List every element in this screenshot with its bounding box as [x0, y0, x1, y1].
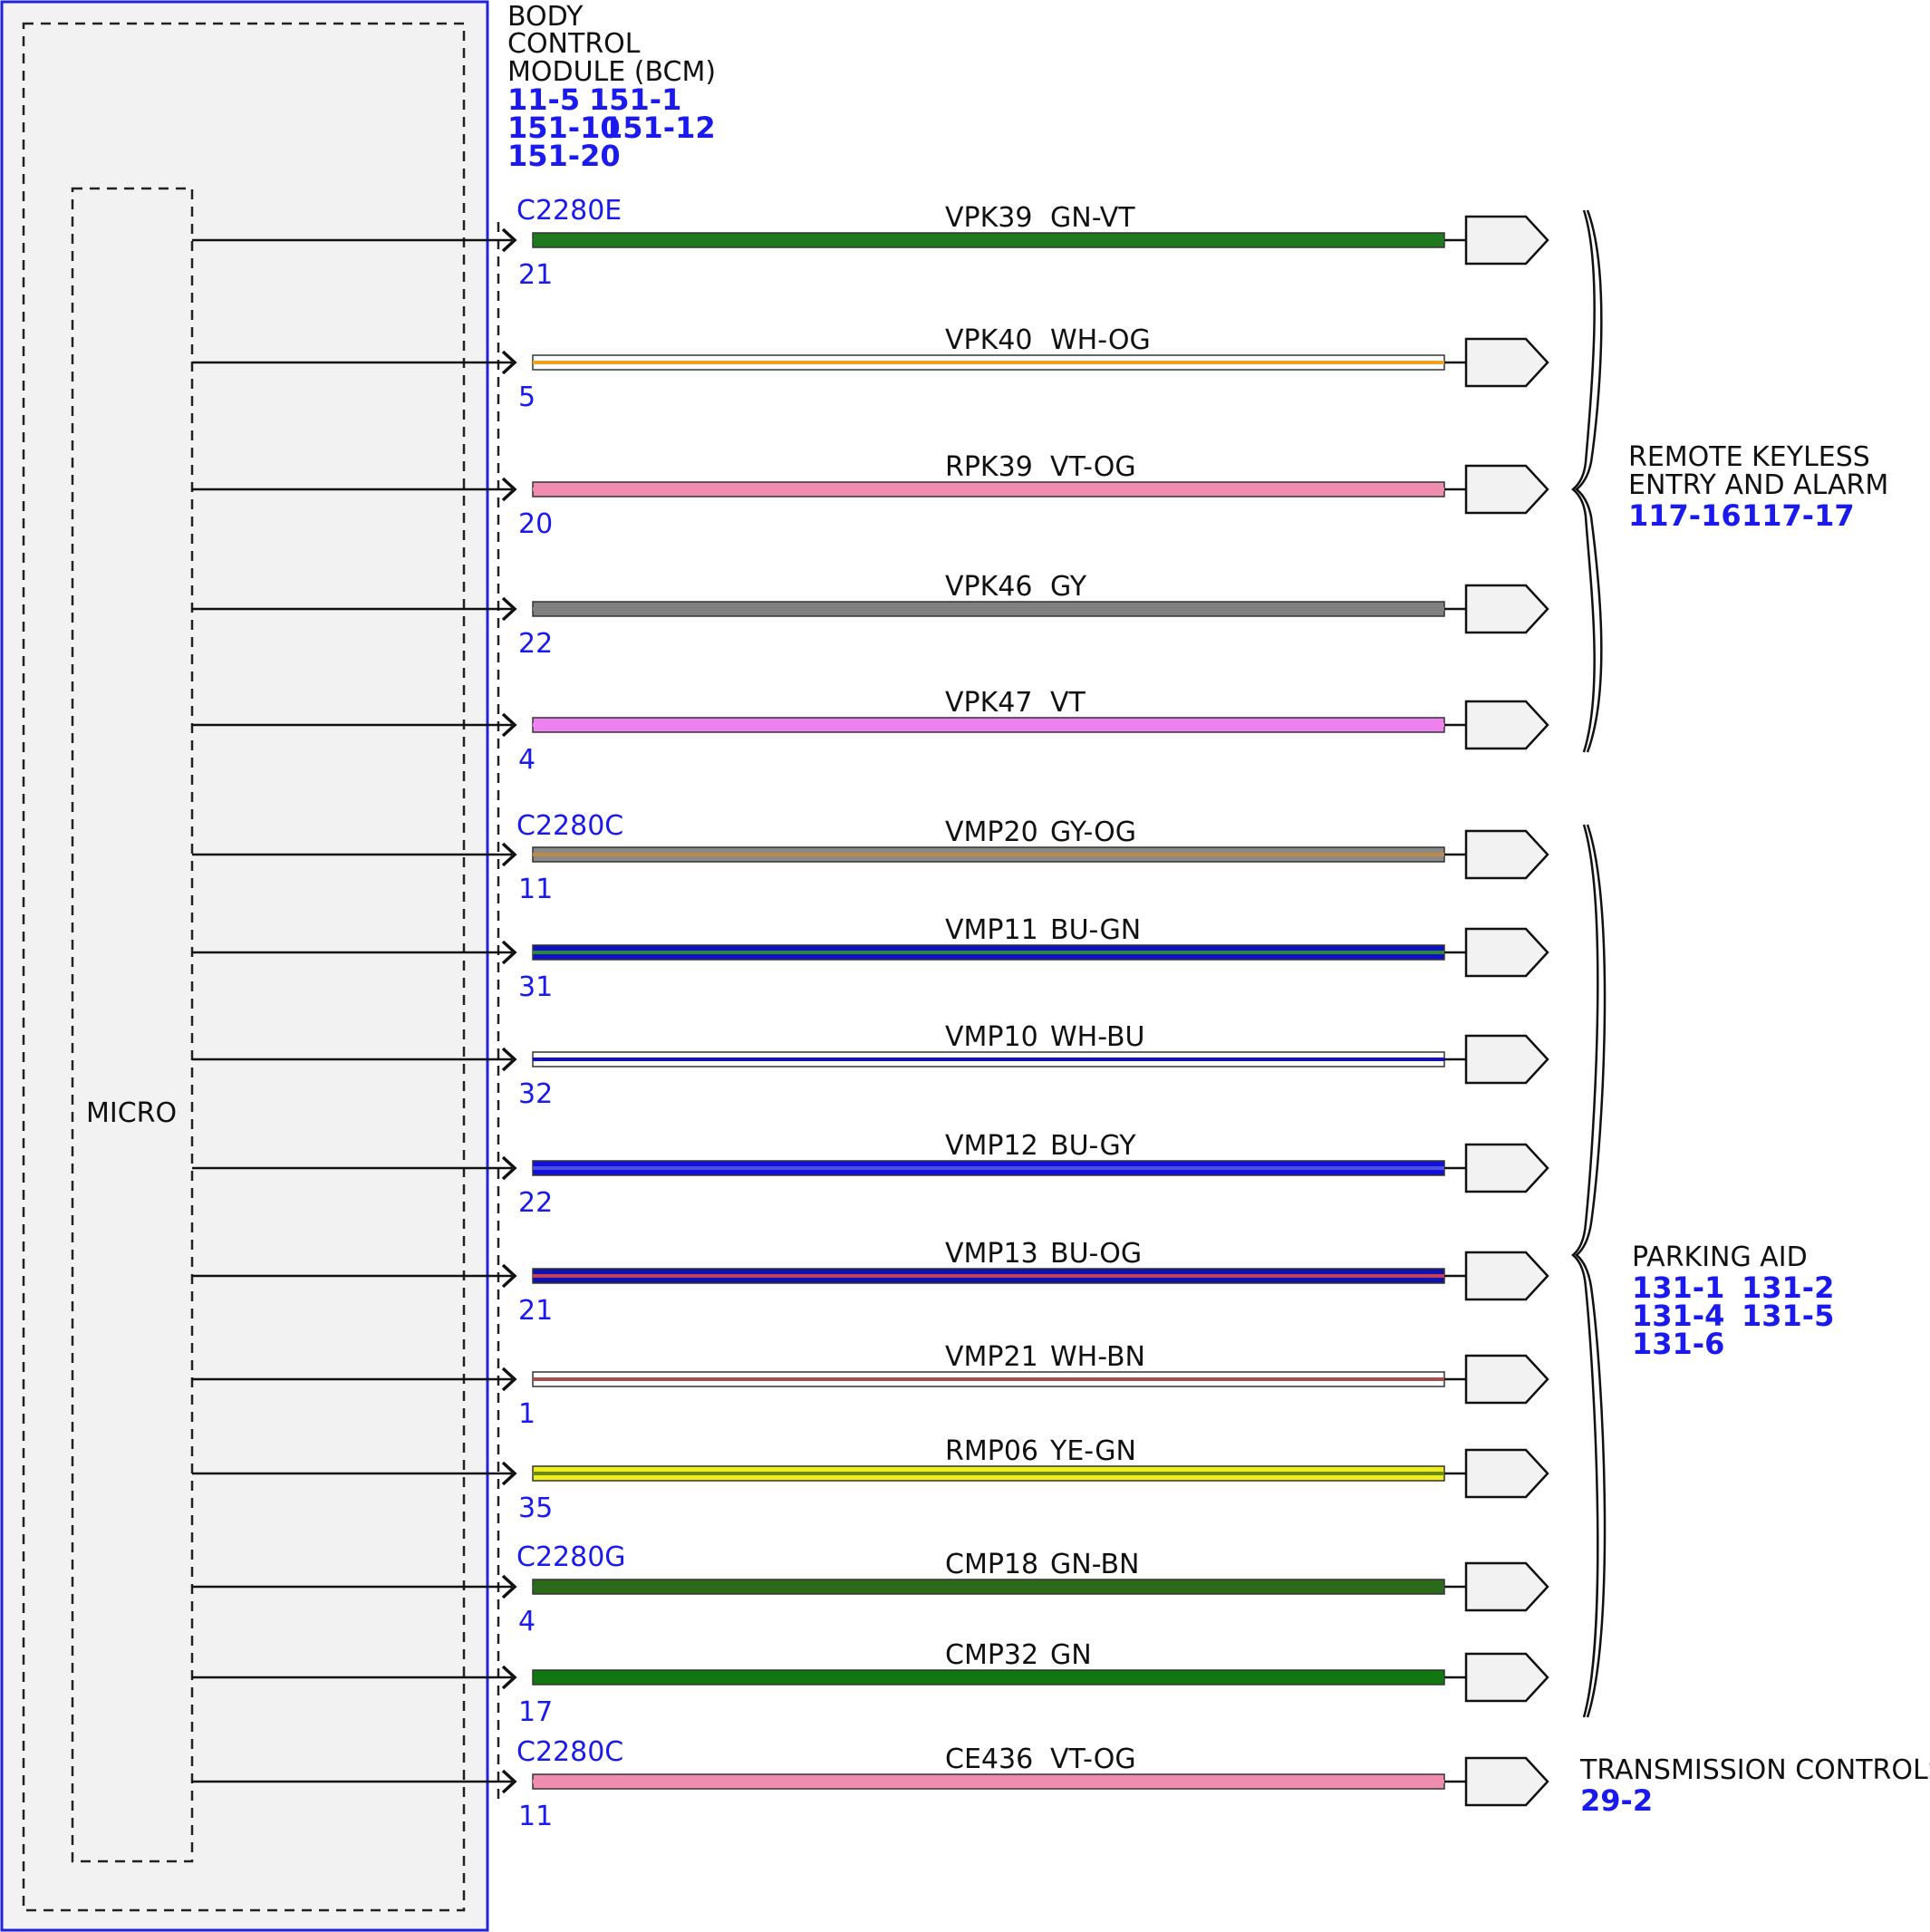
wire-color-label: WH-BU [1050, 1021, 1145, 1053]
pin-number: 21 [518, 259, 553, 291]
destination-connector [1464, 1034, 1549, 1085]
pin-number: 21 [518, 1295, 553, 1327]
pin-number: 5 [518, 382, 536, 413]
pin-number: 4 [518, 1606, 536, 1637]
wire-circuit-label: VMP11 [945, 914, 1038, 946]
pin-number: 4 [518, 744, 536, 776]
wire-color-label: GY [1050, 571, 1087, 603]
destination-connector [1464, 464, 1549, 515]
wire-circuit-label: RPK39 [945, 451, 1033, 483]
module-outer-box [0, 0, 489, 1932]
pin-number: 20 [518, 508, 553, 540]
wire-circuit-label: VPK46 [945, 571, 1032, 603]
wire-circuit-label: RMP06 [945, 1435, 1038, 1467]
brace-remote-keyless [1571, 209, 1603, 753]
wire-circuit-label: VMP21 [945, 1341, 1038, 1373]
destination-connector [1464, 927, 1549, 978]
destination-ref: 131-6 [1632, 1327, 1724, 1361]
destination-connector [1464, 1561, 1549, 1612]
destination-connector [1464, 584, 1549, 634]
destination-connector [1464, 215, 1549, 266]
wiring-diagram: MICRO BODY CONTROL MODULE (BCM) 11-5 151… [0, 0, 1930, 1932]
micro-label: MICRO [86, 1097, 177, 1129]
wire-circuit-label: VPK40 [945, 324, 1032, 356]
destination-connector [1464, 829, 1549, 880]
wire-color-label: VT [1050, 687, 1086, 719]
pin-number: 31 [518, 971, 553, 1003]
wire-color-label: BU-GN [1050, 914, 1141, 946]
brace-parking-aid [1571, 824, 1607, 1718]
wire-color-label: BU-OG [1050, 1238, 1142, 1270]
wire-circuit-label: VMP12 [945, 1130, 1038, 1162]
wire-color-label: GY-OG [1050, 816, 1136, 848]
destination-connector [1464, 1756, 1549, 1807]
destination-ref: 117-17 [1742, 498, 1855, 533]
pin-number: 1 [518, 1398, 536, 1430]
wire-circuit-label: CMP32 [945, 1639, 1038, 1671]
wire-circuit-label: CMP18 [945, 1549, 1038, 1580]
destination-connector [1464, 1448, 1549, 1499]
wire-circuit-label: VMP20 [945, 816, 1038, 848]
wire-color-label: GN [1050, 1639, 1092, 1671]
pin-number: 32 [518, 1078, 553, 1110]
wire-color-label: BU-GY [1050, 1130, 1136, 1162]
pin-number: 35 [518, 1492, 553, 1524]
wire-color-label: WH-OG [1050, 324, 1151, 356]
module-ref: 151-20 [507, 139, 621, 173]
wire-color-label: VT-OG [1050, 451, 1136, 483]
wire-circuit-label: VMP13 [945, 1238, 1038, 1270]
destination-ref: 117-16 [1628, 498, 1742, 533]
destination-connector [1464, 1652, 1549, 1703]
wire-color-label: VT-OG [1050, 1744, 1136, 1775]
destination-connector [1464, 700, 1549, 750]
module-title-line-2: CONTROL [507, 28, 641, 60]
pin-number: 22 [518, 628, 553, 660]
destination-title: PARKING AID [1632, 1241, 1808, 1273]
destination-ref: 131-5 [1742, 1299, 1834, 1333]
wire-circuit-label: VPK39 [945, 202, 1032, 234]
connector-label: C2280E [516, 195, 622, 227]
destination-connector [1464, 1354, 1549, 1405]
connector-label: C2280C [516, 810, 623, 842]
pin-number: 22 [518, 1187, 553, 1219]
connector-label: C2280C [516, 1736, 623, 1768]
destination-connector [1464, 1143, 1549, 1193]
destination-connector [1464, 1251, 1549, 1301]
connector-label: C2280G [516, 1541, 626, 1573]
destination-title: ENTRY AND ALARM [1628, 469, 1888, 501]
wire-circuit-label: VPK47 [945, 687, 1032, 719]
pin-number: 11 [518, 1801, 553, 1832]
wire-color-label: WH-BN [1050, 1341, 1145, 1373]
wire-circuit-label: VMP10 [945, 1021, 1038, 1053]
wire-circuit-label: CE436 [945, 1744, 1033, 1775]
wire-color-label: GN-VT [1050, 202, 1135, 234]
destination-ref: 29-2 [1580, 1783, 1653, 1818]
pin-number: 17 [518, 1696, 553, 1728]
pin-number: 11 [518, 874, 553, 905]
wire-color-label: YE-GN [1049, 1435, 1136, 1467]
destination-title: REMOTE KEYLESS [1628, 441, 1870, 473]
destination-connector [1464, 337, 1549, 388]
destination-title: TRANSMISSION CONTROLS [1579, 1754, 1930, 1786]
wire-color-label: GN-BN [1050, 1549, 1139, 1580]
